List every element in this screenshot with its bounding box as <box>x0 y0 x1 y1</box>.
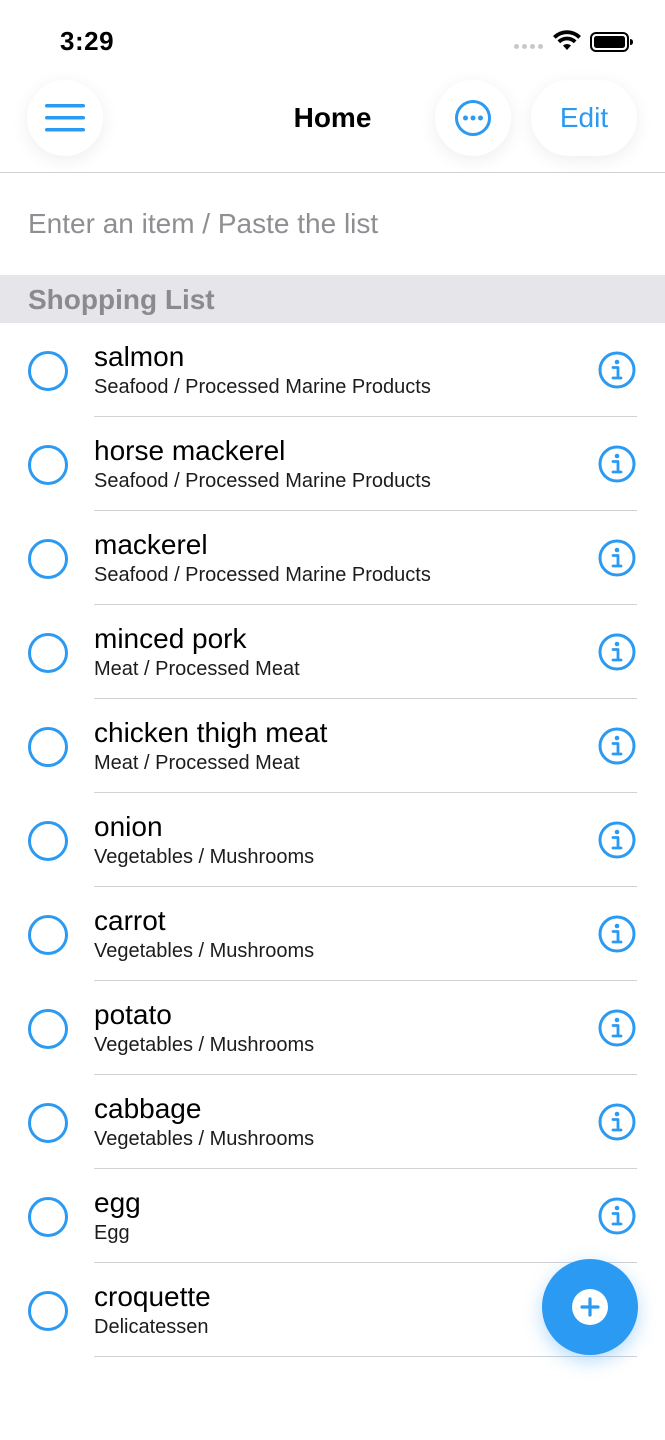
checkbox-circle-icon[interactable] <box>28 1197 68 1237</box>
edit-button[interactable]: Edit <box>531 80 637 156</box>
section-title: Shopping List <box>28 284 215 315</box>
checkbox-circle-icon[interactable] <box>28 633 68 673</box>
item-name: onion <box>94 811 163 842</box>
item-name: carrot <box>94 905 166 936</box>
checkbox-circle-icon[interactable] <box>28 1009 68 1049</box>
shopping-list: salmon Seafood / Processed Marine Produc… <box>0 323 665 1357</box>
item-category: Seafood / Processed Marine Products <box>94 376 431 398</box>
list-item[interactable]: onion Vegetables / Mushrooms <box>0 793 665 887</box>
battery-icon <box>590 32 633 52</box>
info-icon[interactable] <box>597 350 637 390</box>
list-item[interactable]: cabbage Vegetables / Mushrooms <box>0 1075 665 1169</box>
info-icon[interactable] <box>597 632 637 672</box>
checkbox-circle-icon[interactable] <box>28 1291 68 1331</box>
item-category: Meat / Processed Meat <box>94 752 300 774</box>
status-bar: 3:29 <box>0 0 665 80</box>
item-entry-input[interactable] <box>28 201 628 247</box>
checkbox-circle-icon[interactable] <box>28 821 68 861</box>
checkbox-circle-icon[interactable] <box>28 727 68 767</box>
item-entry-area <box>0 173 665 275</box>
list-item[interactable]: carrot Vegetables / Mushrooms <box>0 887 665 981</box>
wifi-icon <box>553 30 581 50</box>
item-category: Vegetables / Mushrooms <box>94 940 315 962</box>
info-icon[interactable] <box>597 538 637 578</box>
item-category: Seafood / Processed Marine Products <box>94 470 431 492</box>
item-category: Delicatessen <box>94 1316 209 1338</box>
item-category: Vegetables / Mushrooms <box>94 1034 315 1056</box>
plus-circle-icon <box>572 1289 608 1325</box>
item-name: croquette <box>94 1281 211 1312</box>
add-item-button[interactable] <box>542 1259 638 1355</box>
info-icon[interactable] <box>597 444 637 484</box>
checkbox-circle-icon[interactable] <box>28 915 68 955</box>
item-name: potato <box>94 999 172 1030</box>
status-time: 3:29 <box>60 26 115 56</box>
list-item[interactable]: potato Vegetables / Mushrooms <box>0 981 665 1075</box>
cellular-signal-icon <box>514 44 543 49</box>
item-name: minced pork <box>94 623 247 654</box>
section-header: Shopping List <box>0 275 665 323</box>
row-separator <box>94 1356 637 1357</box>
checkbox-circle-icon[interactable] <box>28 351 68 391</box>
checkbox-circle-icon[interactable] <box>28 445 68 485</box>
info-icon[interactable] <box>597 1196 637 1236</box>
list-item[interactable]: minced pork Meat / Processed Meat <box>0 605 665 699</box>
ellipsis-circle-icon <box>455 100 491 136</box>
navigation-bar: Home Edit <box>0 80 665 173</box>
checkbox-circle-icon[interactable] <box>28 1103 68 1143</box>
item-name: horse mackerel <box>94 435 286 466</box>
list-item[interactable]: egg Egg <box>0 1169 665 1263</box>
list-item[interactable]: chicken thigh meat Meat / Processed Meat <box>0 699 665 793</box>
info-icon[interactable] <box>597 820 637 860</box>
more-options-button[interactable] <box>435 80 511 156</box>
list-item[interactable]: salmon Seafood / Processed Marine Produc… <box>0 323 665 417</box>
item-category: Vegetables / Mushrooms <box>94 1128 315 1150</box>
item-category: Meat / Processed Meat <box>94 658 300 680</box>
checkbox-circle-icon[interactable] <box>28 539 68 579</box>
info-icon[interactable] <box>597 1102 637 1142</box>
item-category: Vegetables / Mushrooms <box>94 846 315 868</box>
info-icon[interactable] <box>597 1008 637 1048</box>
list-item[interactable]: mackerel Seafood / Processed Marine Prod… <box>0 511 665 605</box>
item-name: chicken thigh meat <box>94 717 328 748</box>
item-name: egg <box>94 1187 141 1218</box>
item-name: mackerel <box>94 529 208 560</box>
item-category: Egg <box>94 1222 130 1244</box>
info-icon[interactable] <box>597 914 637 954</box>
list-item[interactable]: horse mackerel Seafood / Processed Marin… <box>0 417 665 511</box>
item-name: salmon <box>94 341 185 372</box>
item-category: Seafood / Processed Marine Products <box>94 564 431 586</box>
info-icon[interactable] <box>597 726 637 766</box>
item-name: cabbage <box>94 1093 202 1124</box>
